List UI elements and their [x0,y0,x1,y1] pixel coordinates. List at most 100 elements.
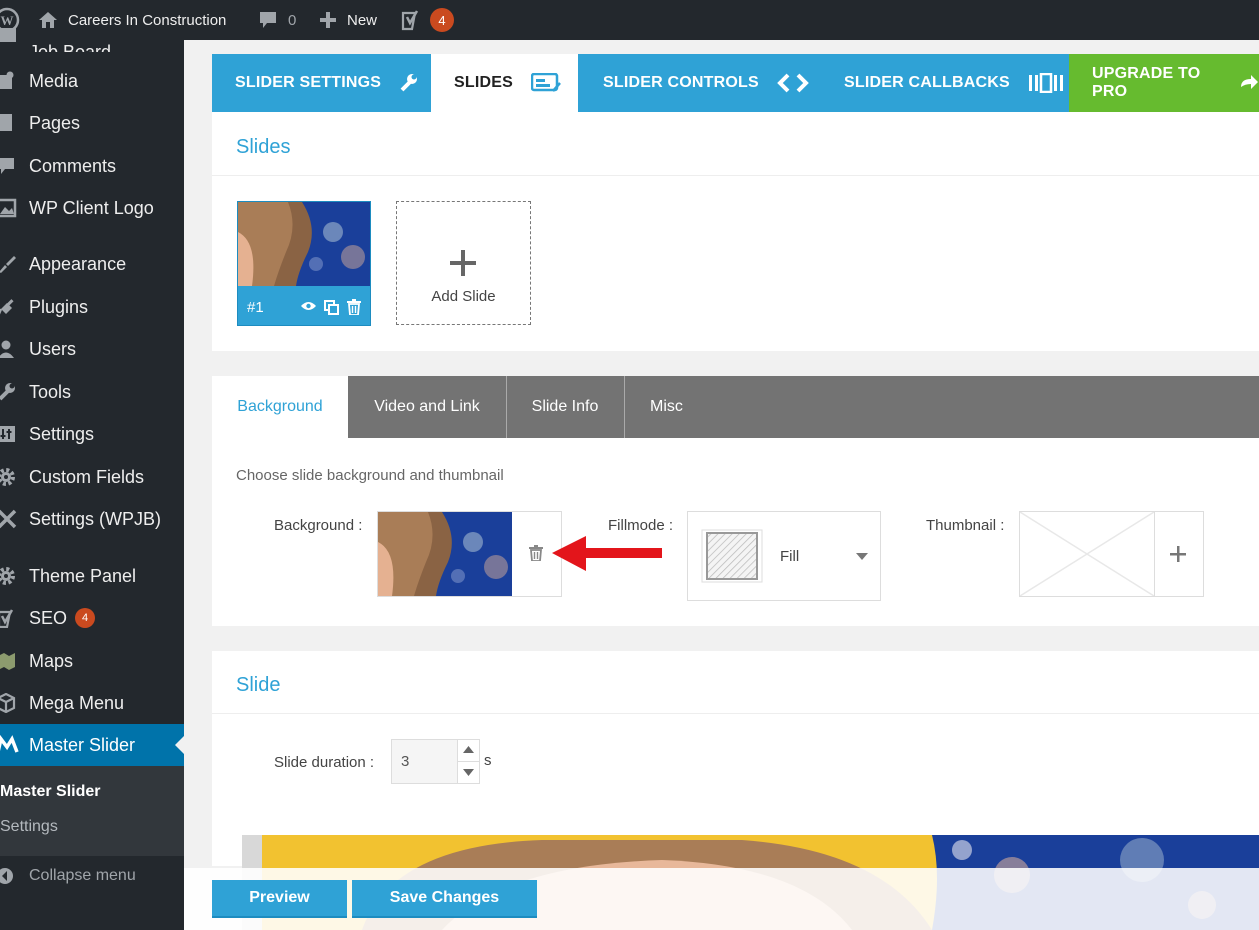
comments-icon [0,156,17,176]
sidebar-item-users[interactable]: Users [0,329,184,369]
add-slide-button[interactable]: Add Slide [396,201,531,325]
fill-pattern-icon [701,529,763,583]
home-icon [38,11,58,29]
add-thumbnail-plus-icon[interactable] [1170,546,1186,562]
subtab-background[interactable]: Background [212,376,348,438]
slides-panel-title: Slides [236,136,291,158]
tools-icon [0,509,17,529]
sidebar-item-comments[interactable]: Comments [0,146,184,186]
empty-thumbnail-placeholder [1020,512,1154,596]
sidebar-item-tools[interactable]: Tools [0,372,184,412]
sidebar-item-job-board[interactable]: Job Board [0,28,184,52]
stepper-down-icon[interactable] [463,769,474,776]
background-preview-image [378,512,512,596]
sidebar-item-settings[interactable]: Settings [0,414,184,454]
background-panel: Choose slide background and thumbnail Ba… [212,438,1259,626]
yoast-seo-link[interactable]: 4 [400,0,454,40]
admin-bar: W Careers In Construction 0 New 4 [0,0,1259,40]
cube-icon [0,692,17,714]
users-icon [0,339,17,359]
slide-duration-stepper[interactable]: 3 [391,739,480,784]
sidebar-item-custom-fields[interactable]: Custom Fields [0,457,184,497]
svg-text:W: W [1,13,14,28]
slide-thumbnail-1[interactable]: #1 [237,201,371,326]
preview-button[interactable]: Preview [212,880,347,918]
stepper-buttons [457,740,479,783]
wrench-icon [399,73,419,93]
collapse-menu-button[interactable]: Collapse menu [0,856,184,896]
fillmode-select[interactable]: Fill [687,511,881,601]
remove-background-trash-icon[interactable] [529,545,543,561]
yoast-icon [0,608,17,629]
background-label: Background : [274,517,363,534]
add-slide-label: Add Slide [431,288,496,305]
slides-icon [531,73,561,93]
slide-number: #1 [247,299,264,316]
background-image-field[interactable] [377,511,562,597]
settings-icon [0,424,17,444]
yoast-notification-badge: 4 [430,8,454,32]
comment-bubble-icon [258,10,278,30]
sidebar-item-appearance[interactable]: Appearance [0,244,184,284]
master-slider-icon [0,734,19,755]
submenu-item-settings[interactable]: Settings [0,818,58,836]
plus-icon [319,11,337,29]
slide-duration-unit: s [484,752,492,769]
wrench-icon [0,382,17,402]
fillmode-value: Fill [780,548,800,565]
sidebar-item-pages[interactable]: Pages [0,103,184,143]
site-name: Careers In Construction [68,11,227,29]
slide-image [238,202,370,286]
brush-icon [0,254,17,274]
sidebar-item-plugins[interactable]: Plugins [0,287,184,327]
sidebar-item-wp-client-logo[interactable]: WP Client Logo [0,188,184,228]
seo-notification-badge: 4 [75,608,96,628]
comments-link[interactable]: 0 [258,0,296,40]
sidebar-item-theme-panel[interactable]: Theme Panel [0,556,184,596]
tab-slides[interactable]: SLIDES [431,54,578,112]
sidebar-item-maps[interactable]: Maps [0,641,184,681]
trash-icon[interactable] [347,299,361,315]
callbacks-icon [1028,73,1064,93]
thumbnail-label: Thumbnail : [926,517,1005,534]
slide-panel-title: Slide [236,674,281,696]
tab-upgrade-to-pro[interactable]: UPGRADE TO PRO [1069,54,1259,112]
chevrons-icon [777,73,809,93]
collapse-icon [0,866,17,886]
eye-icon[interactable] [301,300,316,312]
sidebar-item-master-slider[interactable]: Master Slider [0,724,184,766]
briefcase-icon [0,28,17,48]
plus-icon [450,250,476,276]
image-icon [0,198,17,218]
new-label: New [347,11,378,29]
tab-slider-controls[interactable]: SLIDER CONTROLS [580,54,819,112]
tab-slider-settings[interactable]: SLIDER SETTINGS [212,54,429,112]
subtab-misc[interactable]: Misc [624,376,708,438]
save-changes-button[interactable]: Save Changes [352,880,537,918]
gear-icon [0,467,17,487]
sidebar-item-settings-wpjb[interactable]: Settings (WPJB) [0,499,184,539]
gear-icon [0,566,17,586]
tab-slider-callbacks[interactable]: SLIDER CALLBACKS [821,54,1067,112]
map-icon [0,651,17,671]
thumbnail-field[interactable] [1019,511,1204,597]
duplicate-icon[interactable] [324,300,339,315]
sidebar-item-media[interactable]: Media [0,61,184,101]
slide-panel: Slide Slide duration : 3 s [212,651,1259,866]
comments-count: 0 [288,11,297,29]
master-slider-submenu: Master Slider Settings [0,766,184,856]
sidebar-item-mega-menu[interactable]: Mega Menu [0,683,184,723]
plugin-icon [0,297,17,317]
arrow-icon [1239,73,1259,93]
slide-duration-label: Slide duration : [274,754,375,771]
stepper-up-icon[interactable] [463,746,474,753]
media-icon [0,71,17,91]
slide-duration-value: 3 [401,753,410,770]
sidebar-item-seo[interactable]: SEO 4 [0,598,184,638]
subtab-video-and-link[interactable]: Video and Link [349,376,505,438]
submenu-item-master-slider[interactable]: Master Slider [0,783,100,801]
subtab-slide-info[interactable]: Slide Info [506,376,623,438]
new-content-link[interactable]: New [319,0,377,40]
background-description: Choose slide background and thumbnail [236,467,504,484]
fillmode-label: Fillmode : [608,517,674,534]
